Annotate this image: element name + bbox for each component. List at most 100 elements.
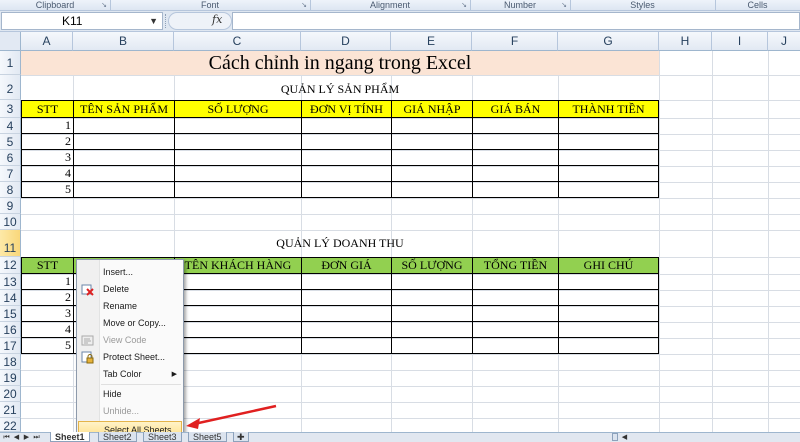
sheet-tab-sheet3[interactable]: Sheet3 (143, 432, 182, 442)
table-cell[interactable] (391, 321, 473, 338)
row-header-6[interactable]: 6 (0, 150, 21, 166)
table-cell[interactable] (301, 289, 392, 306)
table-cell[interactable] (391, 181, 473, 198)
dialog-launcher-icon[interactable]: ↘ (101, 1, 107, 11)
table-cell[interactable] (558, 337, 659, 354)
table-cell[interactable] (174, 305, 302, 322)
row-header-22[interactable]: 22 (0, 418, 21, 433)
dialog-launcher-icon[interactable]: ↘ (301, 1, 307, 11)
stt-cell[interactable]: 5 (21, 181, 74, 198)
ribbon-group-number[interactable]: Number ↘ (470, 0, 571, 11)
table-cell[interactable] (472, 305, 559, 322)
stt-cell[interactable]: 3 (21, 305, 74, 322)
menu-item-unhide[interactable]: Unhide... (77, 403, 183, 420)
stt-cell[interactable]: 1 (21, 273, 74, 290)
row-header-12[interactable]: 12 (0, 257, 21, 274)
table2-header-stt[interactable]: STT (21, 257, 74, 274)
ribbon-group-clipboard[interactable]: Clipboard ↘ (0, 0, 111, 11)
stt-cell[interactable]: 5 (21, 337, 74, 354)
ribbon-group-styles[interactable]: Styles (570, 0, 716, 11)
table-cell[interactable] (391, 117, 473, 134)
table-cell[interactable] (301, 305, 392, 322)
stt-cell[interactable]: 1 (21, 117, 74, 134)
table-cell[interactable] (73, 117, 175, 134)
scroll-left-icon[interactable]: ◀ (620, 433, 629, 442)
table2-header-total[interactable]: TỔNG TIỀN (472, 257, 559, 274)
formula-input[interactable] (232, 12, 800, 30)
table2-caption[interactable]: QUẢN LÝ DOANH THU (21, 236, 659, 251)
stt-cell[interactable]: 3 (21, 149, 74, 166)
table1-header-unit[interactable]: ĐƠN VỊ TÍNH (301, 100, 392, 118)
formula-bar-splitter[interactable] (165, 14, 167, 28)
table-cell[interactable] (472, 133, 559, 150)
table-cell[interactable] (391, 337, 473, 354)
row-header-7[interactable]: 7 (0, 166, 21, 182)
table-cell[interactable] (174, 117, 302, 134)
table-cell[interactable] (558, 117, 659, 134)
column-header-d[interactable]: D (301, 32, 391, 51)
table-cell[interactable] (558, 305, 659, 322)
table-cell[interactable] (391, 149, 473, 166)
tab-split-handle[interactable] (612, 433, 618, 441)
row-header-16[interactable]: 16 (0, 322, 21, 338)
table-cell[interactable] (301, 273, 392, 290)
table-cell[interactable] (472, 321, 559, 338)
column-header-i[interactable]: I (712, 32, 768, 51)
column-header-f[interactable]: F (472, 32, 558, 51)
table-cell[interactable] (174, 149, 302, 166)
menu-item-move-or-copy[interactable]: Move or Copy... (77, 315, 183, 332)
table1-caption[interactable]: QUẢN LÝ SẢN PHẨM (21, 82, 659, 97)
row-header-5[interactable]: 5 (0, 134, 21, 150)
stt-cell[interactable]: 4 (21, 165, 74, 182)
ribbon-group-font[interactable]: Font ↘ (110, 0, 311, 11)
row-header-9[interactable]: 9 (0, 198, 21, 214)
table-cell[interactable] (558, 273, 659, 290)
table-cell[interactable] (558, 289, 659, 306)
menu-item-rename[interactable]: Rename (77, 298, 183, 315)
column-header-h[interactable]: H (659, 32, 712, 51)
sheet-tab-sheet5[interactable]: Sheet5 (188, 432, 227, 442)
insert-function-icon[interactable]: fx (212, 13, 222, 26)
sheet-title[interactable]: Cách chỉnh in ngang trong Excel (21, 51, 659, 75)
table1-header-total[interactable]: THÀNH TIỀN (558, 100, 659, 118)
table-cell[interactable] (391, 165, 473, 182)
row-header-21[interactable]: 21 (0, 402, 21, 418)
row-header-17[interactable]: 17 (0, 338, 21, 354)
last-sheet-nav-icon[interactable]: ⏭ (32, 433, 41, 442)
table-cell[interactable] (472, 149, 559, 166)
table2-header-notes[interactable]: GHI CHÚ (558, 257, 659, 274)
table-cell[interactable] (391, 273, 473, 290)
row-header-1[interactable]: 1 (0, 51, 21, 75)
table1-header-import-price[interactable]: GIÁ NHẬP (391, 100, 473, 118)
stt-cell[interactable]: 2 (21, 289, 74, 306)
column-header-a[interactable]: A (21, 32, 73, 51)
table-cell[interactable] (73, 165, 175, 182)
column-header-b[interactable]: B (73, 32, 174, 51)
table-cell[interactable] (558, 321, 659, 338)
row-header-11[interactable]: 11 (0, 230, 21, 257)
table1-header-stt[interactable]: STT (21, 100, 74, 118)
menu-item-protect-sheet[interactable]: Protect Sheet... (77, 349, 183, 366)
table-cell[interactable] (472, 289, 559, 306)
table2-header-quantity[interactable]: SỐ LƯỢNG (391, 257, 473, 274)
menu-item-delete[interactable]: Delete (77, 281, 183, 298)
table-cell[interactable] (391, 305, 473, 322)
table-cell[interactable] (73, 149, 175, 166)
row-header-4[interactable]: 4 (0, 118, 21, 134)
ribbon-group-alignment[interactable]: Alignment ↘ (310, 0, 471, 11)
table-cell[interactable] (558, 133, 659, 150)
table-cell[interactable] (558, 165, 659, 182)
table-cell[interactable] (301, 181, 392, 198)
row-header-15[interactable]: 15 (0, 306, 21, 322)
table-cell[interactable] (301, 337, 392, 354)
stt-cell[interactable]: 2 (21, 133, 74, 150)
table1-header-product-name[interactable]: TÊN SẢN PHẨM (73, 100, 175, 118)
table-cell[interactable] (174, 133, 302, 150)
table-cell[interactable] (301, 165, 392, 182)
table-cell[interactable] (391, 289, 473, 306)
next-sheet-nav-icon[interactable]: ▶ (22, 433, 31, 442)
table-cell[interactable] (558, 149, 659, 166)
column-header-e[interactable]: E (391, 32, 472, 51)
table-cell[interactable] (472, 181, 559, 198)
row-header-14[interactable]: 14 (0, 290, 21, 306)
